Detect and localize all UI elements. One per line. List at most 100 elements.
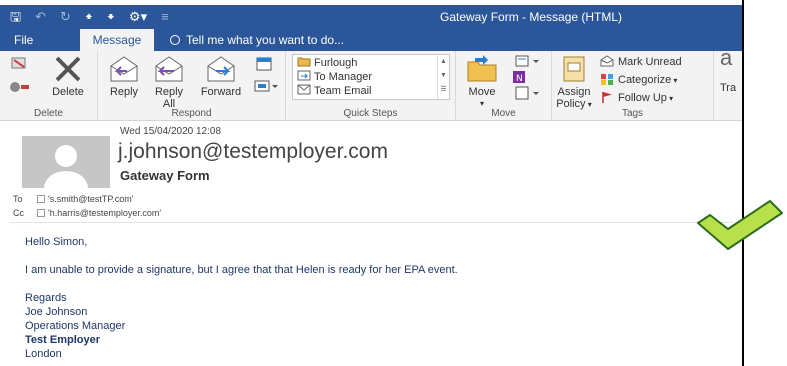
move-folder-icon — [467, 55, 497, 82]
header-divider — [10, 222, 734, 223]
tell-me-box[interactable]: Tell me what you want to do... — [170, 29, 344, 51]
signature-name: Joe Johnson — [25, 306, 88, 318]
tell-me-label: Tell me what you want to do... — [186, 33, 345, 47]
ribbon-group-tags: Assign Policy ▾ Mark Unread Categorize ▾… — [552, 51, 714, 121]
lightbulb-icon — [170, 35, 180, 45]
undo-icon[interactable]: ↶ — [35, 9, 46, 25]
reply-all-icon — [155, 56, 183, 82]
actions-icon — [515, 86, 539, 100]
onenote-icon: N — [513, 71, 525, 84]
move-button-label: Move — [468, 86, 496, 98]
window-title: Gateway Form - Message (HTML) — [440, 10, 623, 24]
mark-unread-button[interactable]: Mark Unread — [600, 55, 682, 69]
to-line: To 's.smith@testTP.com' — [13, 194, 133, 204]
assign-policy-label-line1: Assign — [557, 86, 591, 98]
meeting-button[interactable] — [252, 56, 276, 74]
body-closing: Regards — [25, 292, 67, 304]
qat-dropdown-icon[interactable]: ≡ — [161, 9, 169, 25]
categorize-icon — [601, 74, 613, 85]
quick-step-team-email[interactable]: Team Email — [297, 84, 371, 97]
ribbon-group-label-tags: Tags — [621, 108, 644, 119]
tab-file[interactable]: File — [4, 29, 43, 51]
rules-icon — [515, 55, 539, 67]
follow-up-dropdown-icon: ▾ — [666, 94, 674, 103]
reply-button-label: Reply — [109, 86, 139, 98]
contact-card-icon — [37, 209, 45, 217]
flag-icon — [602, 92, 612, 103]
im-icon — [254, 80, 278, 92]
delete-x-icon — [55, 56, 81, 82]
customize-icon[interactable]: ⚙▾ — [129, 9, 147, 25]
cut-off-translate-label[interactable]: Tra — [720, 81, 736, 95]
reply-button[interactable]: Reply — [104, 54, 144, 98]
more-respond-button[interactable] — [252, 79, 280, 95]
ribbon-group-label-delete: Delete — [34, 108, 63, 119]
rules-button[interactable] — [508, 53, 546, 71]
ribbon-group-cut-off: a Tra — [714, 45, 742, 121]
save-icon[interactable]: 🖫 — [10, 9, 21, 25]
actions-button[interactable] — [508, 85, 546, 103]
ribbon-group-move: Move ▾ N Move — [456, 51, 552, 121]
ribbon-group-label-move: Move — [491, 108, 516, 119]
reply-all-label-line1: Reply — [154, 86, 184, 98]
reply-icon — [110, 56, 138, 82]
junk-button[interactable] — [8, 79, 32, 97]
quick-step-furlough[interactable]: Furlough — [297, 56, 357, 69]
contact-card-icon — [37, 195, 45, 203]
cut-off-icon-glyph: a — [720, 45, 733, 70]
ribbon-group-delete: Delete Delete — [0, 51, 98, 121]
forward-arrow-icon — [297, 70, 311, 81]
envelope-icon — [297, 84, 311, 95]
ribbon-group-label-quick-steps: Quick Steps — [343, 108, 398, 119]
sent-date: Wed 15/04/2020 12:08 — [120, 126, 222, 137]
sender-avatar — [22, 136, 110, 188]
policy-icon — [563, 56, 585, 82]
title-bar: 🖫 ↶ ↻ 🠹 🠻 ⚙▾ ≡ Gateway Form - Message (H… — [0, 5, 742, 29]
junk-icon — [10, 82, 29, 92]
quick-steps-scrollbar[interactable]: ▲ ▼ ☰ — [437, 55, 449, 99]
meeting-icon — [256, 57, 272, 71]
tab-message[interactable]: Message — [80, 29, 154, 51]
signature-company: Test Employer — [25, 334, 100, 346]
categorize-dropdown-icon: ▾ — [671, 76, 678, 85]
svg-text:N: N — [516, 74, 523, 84]
up-arrow-icon[interactable]: 🠹 — [85, 9, 93, 25]
forward-button-label: Forward — [200, 86, 242, 98]
quick-access-toolbar: 🖫 ↶ ↻ 🠹 🠻 ⚙▾ ≡ — [10, 9, 169, 25]
outlook-message-window: 🖫 ↶ ↻ 🠹 🠻 ⚙▾ ≡ Gateway Form - Message (H… — [0, 0, 744, 366]
envelope-open-icon — [600, 55, 614, 67]
cc-line: Cc 'h.harris@testemployer.com' — [13, 208, 161, 218]
categorize-button[interactable]: Categorize ▾ — [600, 73, 677, 88]
assign-policy-button[interactable]: Assign Policy ▾ — [554, 54, 594, 111]
body-greeting: Hello Simon, — [25, 236, 88, 248]
to-recipient[interactable]: 's.smith@testTP.com' — [48, 194, 133, 204]
forward-button[interactable]: Forward — [196, 54, 246, 98]
checkmark-icon — [697, 200, 783, 250]
cc-recipient[interactable]: 'h.harris@testemployer.com' — [48, 208, 161, 218]
move-button[interactable]: Move ▾ — [462, 54, 502, 110]
categorize-label: Categorize — [618, 74, 672, 86]
quick-step-to-manager[interactable]: To Manager — [297, 70, 372, 83]
onenote-button[interactable]: N — [508, 70, 530, 86]
down-arrow-icon[interactable]: 🠻 — [107, 9, 115, 25]
quick-steps-gallery: Furlough To Manager Team Email ▲ ▼ ☰ — [292, 54, 450, 100]
follow-up-button[interactable]: Follow Up ▾ — [600, 91, 673, 106]
folder-icon — [297, 57, 311, 67]
delete-button-label: Delete — [52, 86, 84, 98]
signature-city: London — [25, 348, 62, 360]
ignore-button[interactable] — [8, 55, 32, 75]
signature-title: Operations Manager — [25, 320, 126, 332]
cc-label: Cc — [13, 208, 24, 218]
person-silhouette-icon — [44, 145, 88, 188]
redo-icon[interactable]: ↻ — [60, 9, 71, 25]
sender-address[interactable]: j.johnson@testemployer.com — [118, 140, 388, 164]
follow-up-label: Follow Up — [618, 92, 667, 104]
ribbon-group-respond: Reply Reply All Forward Respond — [98, 51, 286, 121]
ribbon-group-label-respond: Respond — [171, 108, 212, 119]
quick-step-label: Furlough — [314, 57, 358, 69]
body-paragraph: I am unable to provide a signature, but … — [25, 264, 458, 276]
forward-icon — [207, 56, 235, 82]
quick-step-label: Team Email — [314, 85, 372, 97]
delete-button[interactable]: Delete — [42, 54, 94, 98]
reply-all-button[interactable]: Reply All — [148, 54, 190, 110]
